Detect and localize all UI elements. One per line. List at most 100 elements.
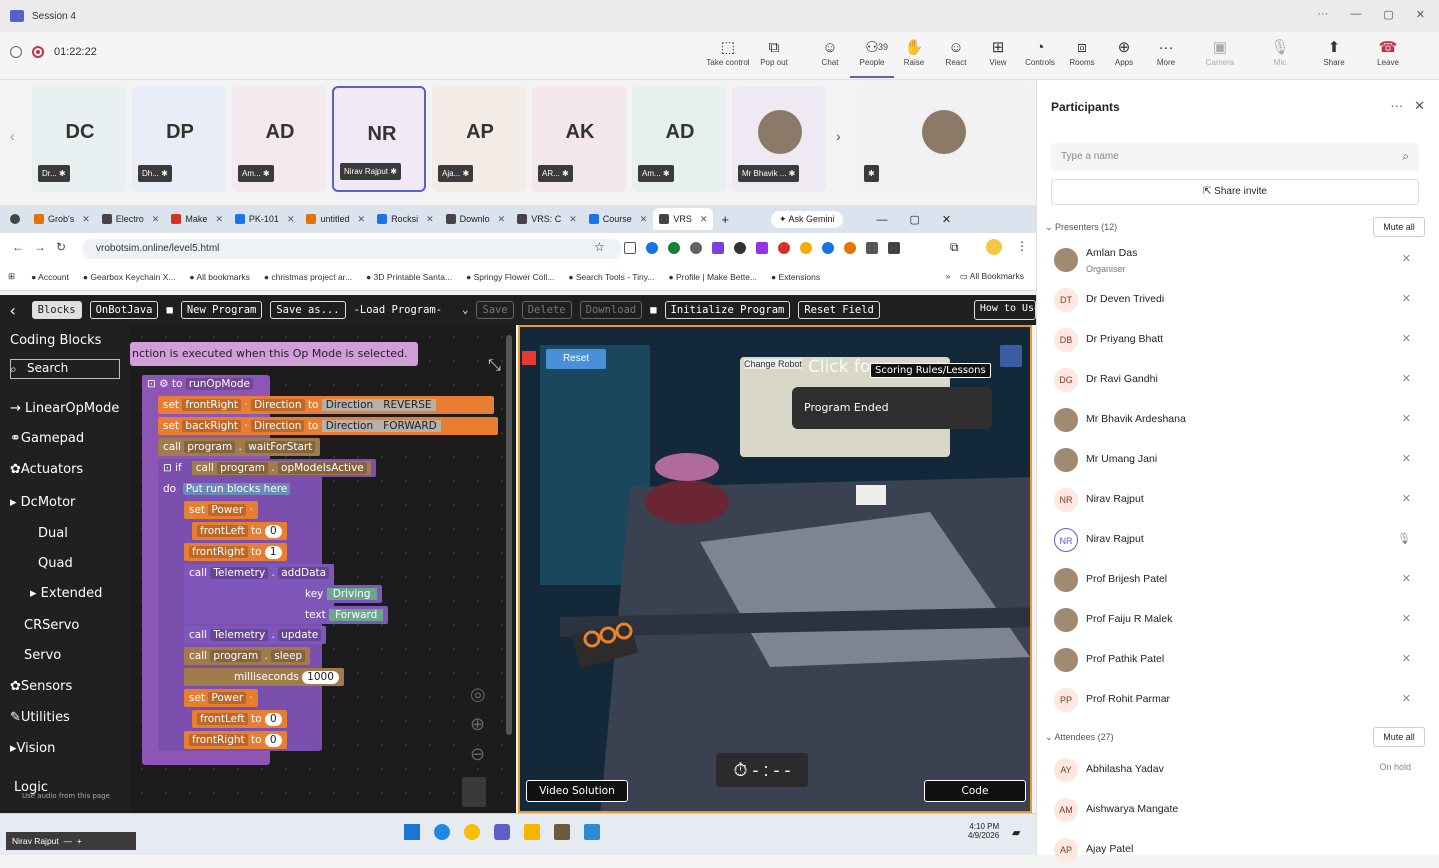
workspace-scrollbar[interactable]	[506, 335, 512, 735]
save-button[interactable]: Save	[476, 301, 514, 319]
browser-window-controls[interactable]: —▢✕	[877, 213, 974, 226]
presenter-row[interactable]: Prof Brijesh Patel ✕	[1051, 562, 1421, 598]
mic-muted-icon[interactable]: ✕	[1402, 412, 1411, 425]
next-arrow-icon[interactable]: ›	[836, 128, 841, 144]
category-dcmotor[interactable]: ▸ DcMotor	[10, 495, 75, 510]
number-value[interactable]: 0	[264, 713, 282, 726]
view-button[interactable]: ⊞ View	[976, 38, 1020, 67]
set-power-block[interactable]: set Power ·	[184, 689, 258, 707]
self-video-pill[interactable]: Nirav Rajput — +	[6, 832, 136, 850]
category-gamepad[interactable]: ⚭Gamepad	[10, 431, 84, 446]
camera-button[interactable]: ▣ Camera	[1198, 38, 1242, 67]
if-header[interactable]: ⊡ if call program . opModeIsActive	[158, 459, 376, 477]
more-button[interactable]: ··· More	[1144, 38, 1188, 67]
wait-for-start-block[interactable]: call program . waitForStart	[158, 438, 321, 456]
new-tab-icon[interactable]: +	[721, 212, 729, 227]
minimize-icon[interactable]: —	[1350, 8, 1361, 21]
category-quad[interactable]: Quad	[38, 556, 73, 571]
app-taskbar-icon[interactable]	[584, 824, 600, 840]
presenter-row[interactable]: NR Nirav Rajput 🎙	[1051, 522, 1421, 558]
set-direction-block[interactable]: set frontRight · Direction to Direction …	[158, 396, 494, 414]
browser-tab[interactable]: Downlo ✕	[440, 208, 512, 230]
change-robot-button[interactable]: Change Robot	[744, 359, 803, 369]
mic-muted-icon[interactable]: ✕	[1402, 612, 1411, 625]
load-program-select[interactable]: -Load Program- ⌄	[354, 304, 469, 316]
string-value[interactable]: Driving	[333, 588, 371, 600]
extension-icon[interactable]	[668, 242, 680, 254]
mic-muted-icon[interactable]: ✕	[1402, 292, 1411, 305]
tab-close-icon[interactable]: ✕	[152, 214, 160, 225]
category-actuators[interactable]: ✿Actuators	[10, 462, 83, 477]
bookmark-item[interactable]: ● Account	[31, 272, 69, 282]
category-servo[interactable]: Servo	[24, 648, 61, 663]
scoring-rules-button[interactable]: Scoring Rules/Lessons	[870, 363, 991, 378]
participant-video-tile[interactable]: AD Am... ✱	[632, 86, 726, 192]
file-explorer-icon[interactable]	[524, 824, 540, 840]
extension-icon[interactable]	[844, 242, 856, 254]
mute-all-attendees-button[interactable]: Mute all	[1373, 727, 1425, 747]
onbotjava-tab[interactable]: OnBotJava	[89, 301, 159, 319]
react-button[interactable]: ☺ React	[934, 38, 978, 67]
controls-button[interactable]: ◔ Controls	[1018, 38, 1062, 67]
extension-icon[interactable]	[734, 242, 746, 254]
browser-tab[interactable]: Course ✕	[583, 208, 654, 230]
bookmark-item[interactable]: ● All bookmarks	[189, 272, 249, 282]
number-value[interactable]: 1	[264, 546, 282, 559]
notification-icon[interactable]: ▰	[1012, 826, 1020, 839]
apps-grid-icon[interactable]: ⊞	[8, 271, 15, 282]
extension-icon[interactable]	[800, 242, 812, 254]
string-value[interactable]: Forward	[335, 609, 377, 621]
extension-icon[interactable]	[712, 242, 724, 254]
cast-icon[interactable]: ⧉	[950, 240, 959, 255]
code-button[interactable]: Code	[924, 780, 1026, 802]
extension-icon[interactable]	[690, 242, 702, 254]
blocks-tab[interactable]: Blocks	[31, 301, 82, 319]
extension-icon[interactable]	[822, 242, 834, 254]
share-button[interactable]: ⬆ Share	[1312, 38, 1356, 67]
more-options-icon[interactable]: ···	[1390, 98, 1403, 113]
bookmark-item[interactable]: ● Gearbox Keychain X...	[83, 272, 176, 282]
mic-muted-icon[interactable]: ✕	[1402, 572, 1411, 585]
attendee-row[interactable]: AM Aishwarya Mangate	[1051, 792, 1421, 828]
apps-button[interactable]: ⊕ Apps	[1102, 38, 1146, 67]
sleep-block[interactable]: call program . sleep	[184, 647, 311, 665]
mute-all-presenters-button[interactable]: Mute all	[1373, 217, 1425, 237]
ask-gemini-button[interactable]: ✦ Ask Gemini	[770, 210, 843, 228]
presenters-section-header[interactable]: ⌄ Presenters (12)	[1045, 222, 1117, 233]
all-bookmarks-button[interactable]: » ▭ All Bookmarks	[946, 271, 1024, 282]
mic-muted-icon[interactable]: ✕	[1402, 452, 1411, 465]
close-icon[interactable]: ✕	[1414, 98, 1425, 113]
reset-field-button[interactable]: Reset Field	[798, 301, 880, 319]
set-power-block[interactable]: set Power ·	[184, 501, 258, 519]
profile-avatar[interactable]	[986, 239, 1002, 255]
number-value[interactable]: 0	[264, 734, 282, 747]
delete-button[interactable]: Delete	[521, 301, 572, 319]
attendees-section-header[interactable]: ⌄ Attendees (27)	[1045, 732, 1114, 743]
presenter-row[interactable]: PP Prof Rohit Parmar ✕	[1051, 682, 1421, 718]
mic-muted-icon[interactable]: ✕	[1402, 252, 1411, 265]
participant-video-tile[interactable]: DP Dh... ✱	[132, 86, 226, 192]
category-crservo[interactable]: CRServo	[24, 618, 79, 633]
mic-muted-icon[interactable]: ✕	[1402, 692, 1411, 705]
presenter-row[interactable]: DB Dr Priyang Bhatt ✕	[1051, 322, 1421, 358]
block-search-input[interactable]: Search	[10, 359, 120, 379]
category-extended[interactable]: ▸ Extended	[30, 586, 102, 601]
front-left-power[interactable]: frontLeft to 0	[192, 710, 287, 728]
pop-out-button[interactable]: ⧉ Pop out	[752, 38, 796, 67]
video-solution-button[interactable]: Video Solution	[526, 780, 628, 802]
close-window-icon[interactable]: ✕	[1416, 8, 1425, 21]
browser-more-icon[interactable]: ⋮	[1016, 239, 1028, 253]
mic-button[interactable]: 🎙 Mic	[1258, 38, 1302, 67]
more-window-icon[interactable]: ···	[1317, 8, 1328, 21]
how-to-use-button[interactable]: How to Use	[973, 300, 1036, 320]
presenter-row[interactable]: DT Dr Deven Trivedi ✕	[1051, 282, 1421, 318]
back-chevron-icon[interactable]: ‹	[8, 301, 18, 320]
bookmark-item[interactable]: ● christmas project ar...	[264, 272, 352, 282]
tab-close-icon[interactable]: ✕	[569, 214, 577, 225]
edge-icon[interactable]	[434, 824, 450, 840]
extension-icon[interactable]	[888, 242, 900, 254]
category-sensors[interactable]: ✿Sensors	[10, 679, 72, 694]
bookmark-item[interactable]: ● 3D Printable Santa...	[366, 272, 452, 282]
download-button[interactable]: Download	[579, 301, 643, 319]
attendee-row[interactable]: AP Ajay Patel	[1051, 832, 1421, 868]
